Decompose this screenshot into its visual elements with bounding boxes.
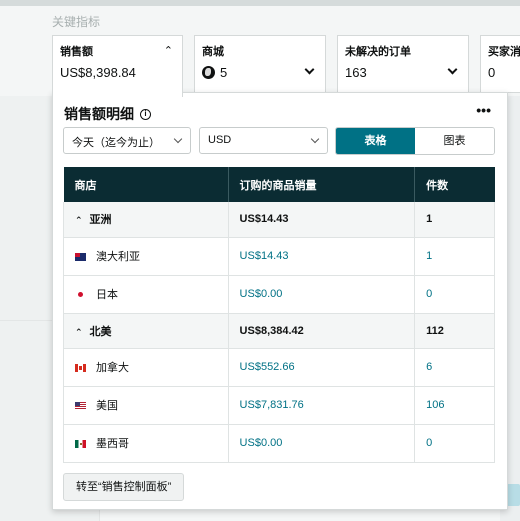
table-row-region-north-america[interactable]: ⌃ 北美 US$8,384.42 112 bbox=[63, 313, 495, 349]
table-row-region-asia[interactable]: ⌃ 亚洲 US$14.43 1 bbox=[63, 202, 495, 238]
table-row: 日本 US$0.00 0 bbox=[63, 275, 495, 314]
currency-value: USD bbox=[208, 134, 232, 146]
go-to-sales-dashboard-button[interactable]: 转至“销售控制面板” bbox=[63, 473, 185, 501]
units-link[interactable]: 0 bbox=[414, 275, 495, 314]
table-row: 美国 US$7,831.76 106 bbox=[63, 386, 495, 425]
metric-sales[interactable]: 销售额 US$8,398.84 ⌃ bbox=[52, 35, 183, 97]
table-view-button[interactable]: 表格 bbox=[336, 128, 415, 154]
units-link[interactable]: 0 bbox=[414, 424, 495, 463]
australia-flag-icon bbox=[75, 253, 86, 262]
chevron-up-icon[interactable]: ⌃ bbox=[75, 327, 83, 338]
metric-buyer-messages[interactable]: 买家消 0 bbox=[480, 35, 520, 93]
metric-title: 买家消 bbox=[488, 46, 520, 58]
top-bar bbox=[0, 0, 520, 6]
column-header-sales: 订购的商品销量 bbox=[228, 167, 416, 202]
table-row: 澳大利亚 US$14.43 1 bbox=[63, 237, 495, 276]
units-cell: 112 bbox=[414, 313, 495, 349]
region-cell[interactable]: ⌃ 亚洲 bbox=[63, 202, 229, 238]
units-link[interactable]: 1 bbox=[414, 237, 495, 276]
more-options-icon[interactable]: ••• bbox=[476, 102, 491, 118]
metric-value: US$8,398.84 bbox=[60, 65, 136, 80]
chevron-up-icon[interactable]: ⌃ bbox=[75, 215, 83, 226]
usa-flag-icon bbox=[75, 402, 86, 411]
metric-marketplaces[interactable]: 商城 5 bbox=[194, 35, 326, 93]
store-cell: 加拿大 bbox=[63, 348, 229, 387]
metric-value-row: 5 bbox=[202, 65, 318, 80]
store-name: 墨西哥 bbox=[96, 438, 129, 450]
region-cell[interactable]: ⌃ 北美 bbox=[63, 313, 229, 349]
store-cell: 墨西哥 bbox=[63, 424, 229, 463]
chart-view-button[interactable]: 图表 bbox=[415, 128, 494, 154]
store-name: 加拿大 bbox=[96, 362, 129, 374]
sales-cell: US$8,384.42 bbox=[228, 313, 416, 349]
region-name: 亚洲 bbox=[89, 214, 112, 227]
currency-select[interactable]: USD bbox=[199, 127, 328, 154]
table-row: 加拿大 US$552.66 6 bbox=[63, 348, 495, 387]
store-cell: 日本 bbox=[63, 275, 229, 314]
sales-breakdown-table: 商店 订购的商品销量 件数 ⌃ 亚洲 US$14.43 1 澳大利亚 US$14.… bbox=[63, 167, 495, 463]
globe-icon bbox=[202, 66, 215, 79]
obscured-button bbox=[506, 484, 520, 506]
metric-title: 销售额 bbox=[60, 46, 93, 58]
store-name: 日本 bbox=[96, 289, 118, 301]
chevron-down-icon bbox=[310, 134, 320, 144]
table-header-row: 商店 订购的商品销量 件数 bbox=[63, 167, 495, 202]
metric-title: 商城 bbox=[202, 46, 224, 58]
sales-link[interactable]: US$552.66 bbox=[228, 348, 416, 387]
units-link[interactable]: 6 bbox=[414, 348, 495, 387]
japan-flag-icon bbox=[75, 291, 86, 299]
sales-cell: US$14.43 bbox=[228, 202, 416, 238]
mexico-flag-icon bbox=[75, 440, 86, 449]
column-header-units: 件数 bbox=[414, 167, 495, 202]
store-name: 美国 bbox=[96, 400, 118, 412]
sales-link[interactable]: US$14.43 bbox=[228, 237, 416, 276]
info-icon[interactable]: i bbox=[140, 108, 151, 120]
popover-title: 销售额明细 bbox=[64, 106, 134, 122]
date-range-select[interactable]: 今天（迄今为止） bbox=[63, 127, 191, 154]
units-cell: 1 bbox=[414, 202, 495, 238]
sales-link[interactable]: US$0.00 bbox=[228, 424, 416, 463]
store-cell: 美国 bbox=[63, 386, 229, 425]
store-name: 澳大利亚 bbox=[96, 251, 140, 263]
chevron-up-icon[interactable]: ⌃ bbox=[164, 44, 173, 57]
metric-title: 未解决的订单 bbox=[345, 46, 411, 58]
chevron-down-icon bbox=[173, 134, 183, 144]
table-row: 墨西哥 US$0.00 0 bbox=[63, 424, 495, 463]
section-title: 关键指标 bbox=[52, 15, 101, 29]
metric-open-orders[interactable]: 未解决的订单 163 bbox=[337, 35, 469, 93]
sales-link[interactable]: US$7,831.76 bbox=[228, 386, 416, 425]
metric-value: 163 bbox=[345, 65, 367, 80]
metric-value: 0 bbox=[488, 65, 496, 80]
column-header-store: 商店 bbox=[63, 167, 229, 202]
view-toggle[interactable]: 表格 图表 bbox=[335, 127, 495, 155]
popover-header: 销售额明细 i bbox=[64, 104, 151, 124]
sales-breakdown-popover: 销售额明细 i ••• 今天（迄今为止） USD 表格 图表 商店 订购的商品销… bbox=[52, 92, 508, 510]
canada-flag-icon bbox=[75, 364, 86, 373]
sales-link[interactable]: US$0.00 bbox=[228, 275, 416, 314]
region-name: 北美 bbox=[89, 325, 112, 338]
metric-value: 5 bbox=[220, 65, 228, 80]
date-range-value: 今天（迄今为止） bbox=[72, 137, 160, 149]
units-link[interactable]: 106 bbox=[414, 386, 495, 425]
store-cell: 澳大利亚 bbox=[63, 237, 229, 276]
